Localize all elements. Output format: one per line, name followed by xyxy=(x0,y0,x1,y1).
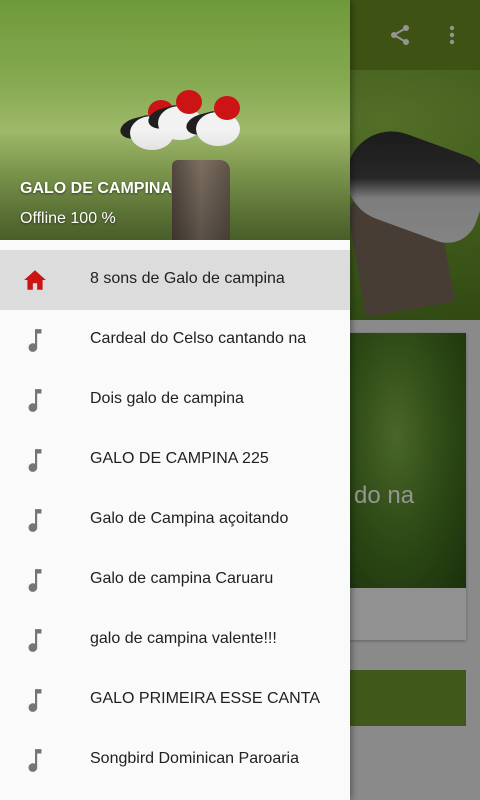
music-note-icon xyxy=(22,687,48,713)
music-note-icon xyxy=(22,507,48,533)
music-note-icon xyxy=(22,387,48,413)
drawer-header: GALO DE CAMPINA Offline 100 % xyxy=(0,0,350,240)
drawer-item-label: 8 sons de Galo de campina xyxy=(90,270,285,287)
drawer-item-3[interactable]: GALO DE CAMPINA 225 xyxy=(0,430,350,490)
drawer-item-1[interactable]: Cardeal do Celso cantando na xyxy=(0,310,350,370)
drawer-item-0[interactable]: 8 sons de Galo de campina xyxy=(0,250,350,310)
drawer-item-6[interactable]: galo de campina valente!!! xyxy=(0,610,350,670)
drawer-item-label: GALO PRIMEIRA ESSE CANTA xyxy=(90,690,320,707)
drawer-item-label: Cardeal do Celso cantando na xyxy=(90,330,307,347)
drawer-item-label: Dois galo de campina xyxy=(90,390,244,407)
music-note-icon xyxy=(22,327,48,353)
drawer-item-label: galo de campina valente!!! xyxy=(90,630,277,647)
drawer-item-label: GALO DE CAMPINA 225 xyxy=(90,450,269,467)
drawer-item-label: Songbird Dominican Paroaria xyxy=(90,750,299,767)
music-note-icon xyxy=(22,447,48,473)
drawer-item-4[interactable]: Galo de Campina açoitando xyxy=(0,490,350,550)
drawer-menu: 8 sons de Galo de campina Cardeal do Cel… xyxy=(0,250,350,790)
drawer-title: GALO DE CAMPINA xyxy=(20,180,172,197)
drawer-item-7[interactable]: GALO PRIMEIRA ESSE CANTA xyxy=(0,670,350,730)
home-icon xyxy=(22,267,48,293)
music-note-icon xyxy=(22,567,48,593)
drawer-subtitle: Offline 100 % xyxy=(20,210,116,227)
drawer-item-5[interactable]: Galo de campina Caruaru xyxy=(0,550,350,610)
music-note-icon xyxy=(22,627,48,653)
drawer-item-8[interactable]: Songbird Dominican Paroaria xyxy=(0,730,350,790)
drawer-item-2[interactable]: Dois galo de campina xyxy=(0,370,350,430)
drawer-item-label: Galo de campina Caruaru xyxy=(90,570,274,587)
music-note-icon xyxy=(22,747,48,773)
drawer-item-label: Galo de Campina açoitando xyxy=(90,510,289,527)
navigation-drawer: GALO DE CAMPINA Offline 100 % 8 sons de … xyxy=(0,0,350,800)
